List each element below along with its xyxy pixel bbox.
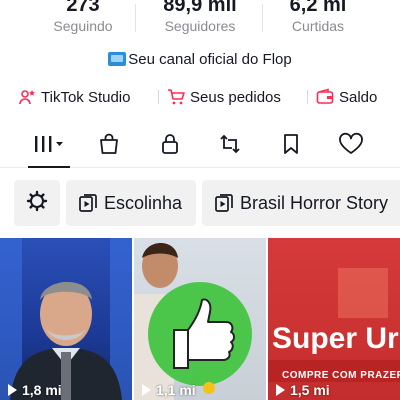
view-count: 1,8 mi xyxy=(8,382,62,398)
tab-shop[interactable] xyxy=(89,128,129,164)
playlist-chip-label: Brasil Horror Story xyxy=(240,192,389,213)
link-divider xyxy=(307,90,308,104)
stat-divider xyxy=(135,4,136,32)
likes-count: 6,2 mi xyxy=(289,0,347,16)
grid-icon xyxy=(32,133,66,160)
play-icon xyxy=(276,384,285,396)
likes-stat[interactable]: 6,2 mi Curtidas xyxy=(258,0,378,35)
shopping-bag-icon xyxy=(97,132,121,161)
playlist-chip-escolinha[interactable]: Escolinha xyxy=(66,180,196,226)
followers-count: 89,9 mil xyxy=(163,0,237,16)
news-anchor-image xyxy=(0,238,132,400)
orders-label: Seus pedidos xyxy=(190,88,281,106)
following-label: Seguindo xyxy=(53,18,113,34)
likes-label: Curtidas xyxy=(291,18,345,34)
tab-videos[interactable] xyxy=(24,128,74,168)
lock-icon xyxy=(158,132,182,161)
following-count: 273 xyxy=(66,0,100,16)
view-count-text: 1,5 mi xyxy=(290,382,330,398)
playlist-chip-label: Escolinha xyxy=(104,192,183,213)
studio-icon xyxy=(18,88,36,106)
bio-text: Seu canal oficial do Flop xyxy=(128,51,292,68)
profile-bio: Seu canal oficial do Flop xyxy=(0,50,400,70)
profile-stats: 273 Seguindo 89,9 mil Seguidores 6,2 mi … xyxy=(0,0,400,42)
view-count-text: 1,8 mi xyxy=(22,382,62,398)
balance-link[interactable]: Saldo xyxy=(316,85,377,109)
tiktok-studio-label: TikTok Studio xyxy=(41,88,131,106)
profile-tabs xyxy=(0,128,400,168)
tiktok-studio-link[interactable]: TikTok Studio xyxy=(18,85,130,109)
repost-icon xyxy=(218,132,242,161)
followers-stat[interactable]: 89,9 mil Seguidores xyxy=(140,0,260,35)
balance-label: Saldo xyxy=(339,88,378,106)
tab-liked[interactable] xyxy=(331,128,371,164)
tv-emoji-icon xyxy=(108,52,127,66)
link-divider xyxy=(158,90,159,104)
thumbs-up-image xyxy=(134,243,252,400)
play-icon xyxy=(8,384,17,396)
video-thumbnail[interactable]: 1,1 mi xyxy=(134,238,266,400)
followers-label: Seguidores xyxy=(164,18,236,34)
video-grid: 1,8 mi 1,1 mi Super Ur COMPRE COM PRAZER… xyxy=(0,238,400,400)
video-headline: Super Ur xyxy=(272,322,399,355)
tab-private[interactable] xyxy=(150,128,190,164)
bookmark-icon xyxy=(279,132,303,161)
tab-favorites[interactable] xyxy=(271,128,311,164)
orders-link[interactable]: Seus pedidos xyxy=(167,85,281,109)
tab-reposts[interactable] xyxy=(210,128,250,164)
quick-links: TikTok Studio Seus pedidos Saldo xyxy=(0,85,400,109)
wallet-icon xyxy=(316,88,334,106)
video-subline: COMPRE COM PRAZER xyxy=(282,370,400,381)
heart-icon xyxy=(338,132,364,161)
playlist-icon xyxy=(214,193,234,213)
playlist-chip-brasil-horror-story[interactable]: Brasil Horror Story xyxy=(202,180,400,226)
video-thumbnail[interactable]: Super Ur COMPRE COM PRAZER 1,5 mi xyxy=(268,238,400,400)
playlist-chips: Escolinha Brasil Horror Story xyxy=(0,180,400,226)
video-thumbnail[interactable]: 1,8 mi xyxy=(0,238,132,400)
playlist-settings-button[interactable] xyxy=(14,180,60,226)
cart-icon xyxy=(167,88,185,106)
playlist-icon xyxy=(78,193,98,213)
play-icon xyxy=(142,384,151,396)
view-count: 1,5 mi xyxy=(276,382,330,398)
view-count: 1,1 mi xyxy=(142,382,196,398)
view-count-text: 1,1 mi xyxy=(156,382,196,398)
settings-icon xyxy=(26,190,48,217)
following-stat[interactable]: 273 Seguindo xyxy=(23,0,143,35)
